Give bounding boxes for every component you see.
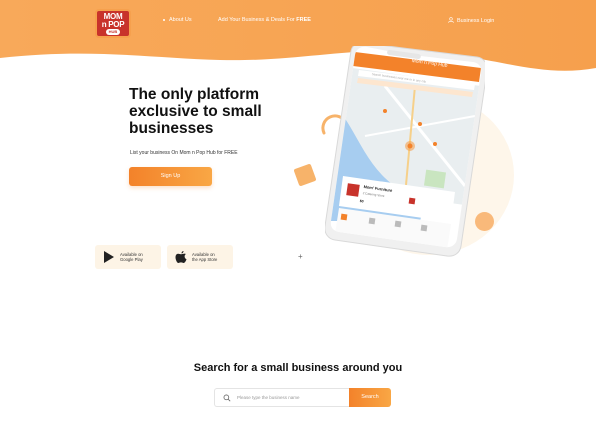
search-icon (223, 394, 231, 402)
logo-text: MOM n POP (101, 12, 125, 29)
user-icon (448, 17, 454, 23)
hero-subtitle: List your business On Mom n Pop Hub for … (130, 150, 238, 156)
bullet-icon (163, 18, 165, 21)
landing-page: MOM n POP HUB About Us Add Your Business… (0, 0, 596, 427)
hero-title: The only platform exclusive to small bus… (129, 86, 262, 137)
google-play-label: Available on Google Play (120, 252, 143, 262)
search-button[interactable]: Search (349, 388, 391, 407)
plus-icon: + (298, 252, 303, 261)
brand-logo[interactable]: MOM n POP HUB (95, 9, 131, 38)
nav-business-login[interactable]: Business Login (448, 17, 494, 24)
header-wave-background (0, 0, 596, 71)
app-store-button[interactable]: Available on the App Store (167, 245, 233, 269)
apple-icon (175, 251, 187, 263)
business-search-input[interactable] (237, 389, 347, 406)
app-store-label: Available on the App Store (192, 252, 218, 262)
nav-about-us[interactable]: About Us (163, 17, 192, 23)
google-play-icon (104, 251, 114, 263)
decor-square (293, 163, 317, 187)
search-section-title: Search for a small business around you (193, 362, 403, 374)
phone-card-price: $0 (359, 199, 364, 204)
signup-button[interactable]: Sign Up (129, 167, 212, 186)
google-play-button[interactable]: Available on Google Play (95, 245, 161, 269)
logo-badge: HUB (106, 29, 120, 35)
search-box (214, 388, 349, 407)
nav-add-business[interactable]: Add Your Business & Deals For FREE (218, 17, 311, 23)
